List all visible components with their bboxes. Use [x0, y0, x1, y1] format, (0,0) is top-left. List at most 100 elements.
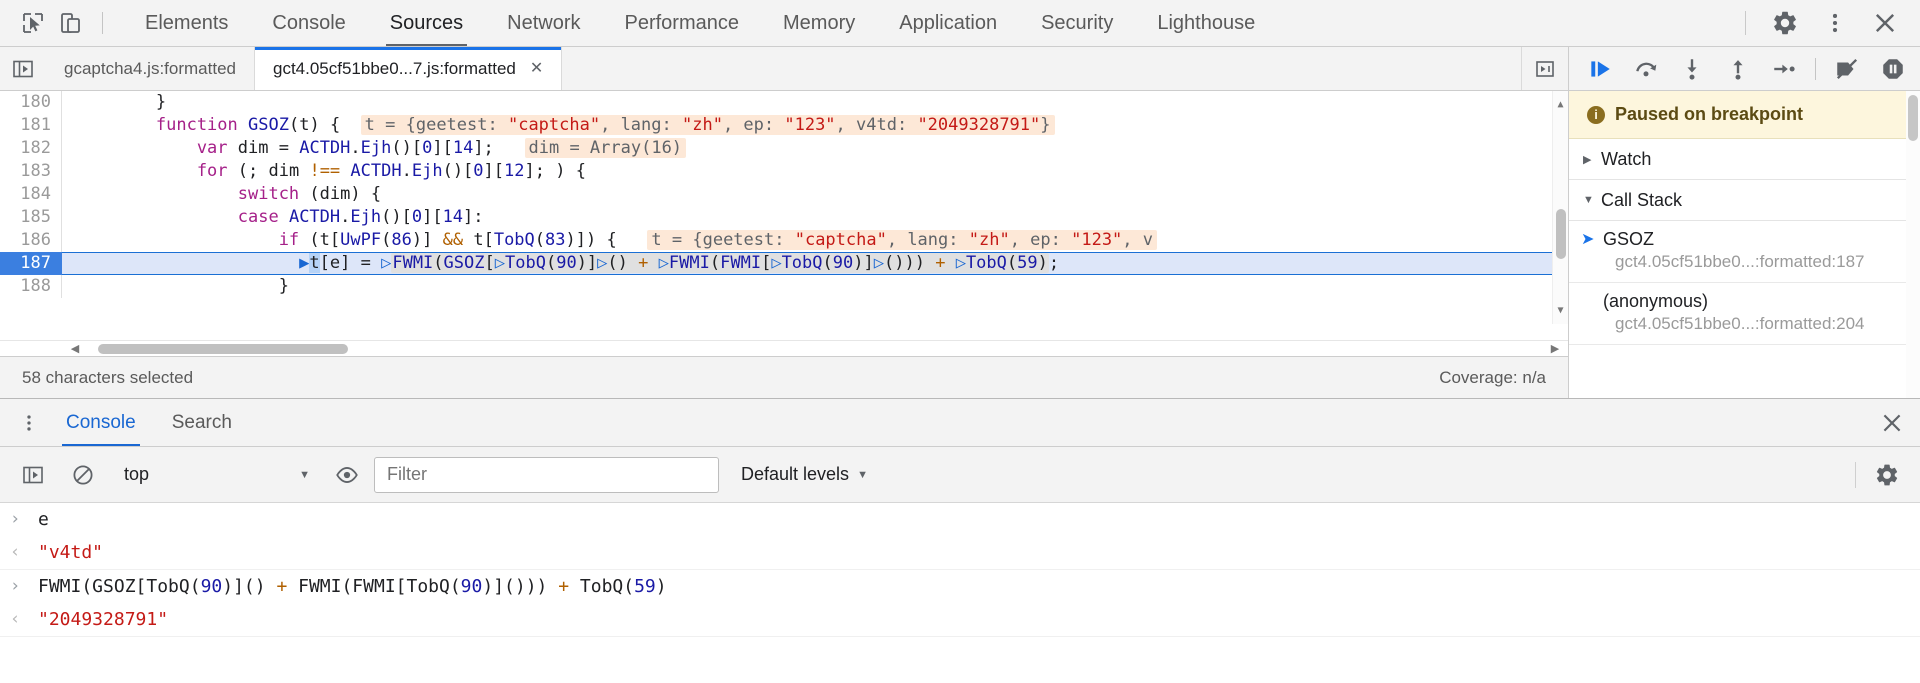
drawer-tab-label: Search	[171, 411, 232, 433]
chevron-down-icon: ▼	[1583, 194, 1594, 206]
gear-icon[interactable]	[1864, 455, 1910, 495]
file-tab-gcaptcha4[interactable]: gcaptcha4.js:formatted	[46, 47, 255, 90]
tab-label: Sources	[389, 11, 464, 34]
close-icon[interactable]	[1860, 3, 1910, 43]
pause-on-exceptions-icon[interactable]	[1870, 51, 1916, 87]
call-stack-frame-anonymous[interactable]: (anonymous) gct4.05cf51bbe0...:formatted…	[1569, 283, 1920, 345]
line-content: function GSOZ(t) { t = {geetest: "captch…	[62, 114, 1055, 137]
line-content: if (t[UwPF(86)] && t[TobQ(83)]) { t = {g…	[62, 229, 1158, 252]
drawer-tab-search[interactable]: Search	[154, 399, 250, 446]
console-sidebar-icon[interactable]	[10, 455, 56, 495]
frame-location: gct4.05cf51bbe0...:formatted:187	[1615, 252, 1865, 271]
scroll-right-icon[interactable]: ▶	[1548, 342, 1562, 355]
scrollbar-thumb[interactable]	[98, 343, 348, 354]
scrollbar-track[interactable]	[68, 343, 1542, 354]
call-stack-list: ➤ GSOZ gct4.05cf51bbe0...:formatted:187 …	[1569, 221, 1920, 345]
code-line: 181 function GSOZ(t) { t = {geetest: "ca…	[0, 114, 1568, 137]
kebab-menu-icon[interactable]	[10, 404, 48, 442]
scroll-up-icon[interactable]: ▲	[1557, 91, 1563, 118]
line-number[interactable]: 187	[0, 252, 62, 275]
debugger-sidebar: i Paused on breakpoint ▶ Watch ▼ Call St…	[1568, 47, 1920, 398]
tab-label: Network	[507, 11, 581, 34]
frame-name: (anonymous)	[1603, 291, 1709, 311]
line-number[interactable]: 182	[0, 137, 62, 160]
paused-banner-text: Paused on breakpoint	[1615, 104, 1804, 124]
line-number[interactable]: 188	[0, 275, 62, 298]
line-number[interactable]: 185	[0, 206, 62, 229]
console-input-row: › e	[0, 503, 1920, 536]
editor-vertical-scrollbar[interactable]: ▲ ▼	[1552, 91, 1568, 324]
file-tab-label: gct4.05cf51bbe0...7.js:formatted	[272, 58, 516, 78]
line-number[interactable]: 184	[0, 183, 62, 206]
inline-value-hint: dim = Array(16)	[524, 138, 687, 158]
tab-elements[interactable]: Elements	[123, 0, 250, 46]
file-tab-strip: gcaptcha4.js:formatted gct4.05cf51bbe0..…	[0, 47, 1568, 91]
tab-console[interactable]: Console	[250, 0, 367, 46]
watch-label: Watch	[1601, 148, 1652, 169]
tab-lighthouse[interactable]: Lighthouse	[1135, 0, 1277, 46]
step-into-icon[interactable]	[1669, 51, 1715, 87]
drawer-tab-console[interactable]: Console	[48, 399, 154, 446]
line-number[interactable]: 180	[0, 91, 62, 114]
line-number[interactable]: 186	[0, 229, 62, 252]
sidebar-vertical-scrollbar[interactable]	[1906, 91, 1920, 398]
step-icon[interactable]	[1761, 51, 1807, 87]
clear-console-icon[interactable]	[60, 455, 106, 495]
watch-section-header[interactable]: ▶ Watch	[1569, 139, 1920, 180]
toolbar-right-controls	[1739, 3, 1910, 43]
console-input-text: e	[38, 509, 49, 530]
tab-memory[interactable]: Memory	[761, 0, 877, 46]
more-tabs-icon[interactable]	[1522, 57, 1568, 81]
editor-horizontal-scrollbar[interactable]: ◀ ▶	[0, 340, 1568, 356]
device-toolbar-icon[interactable]	[52, 6, 90, 40]
tab-label: Elements	[145, 11, 229, 34]
show-navigator-icon[interactable]	[0, 47, 46, 90]
tab-network[interactable]: Network	[485, 0, 602, 46]
console-toolbar-divider	[1855, 461, 1856, 488]
log-levels-selector[interactable]: Default levels ▼	[741, 464, 868, 485]
inspect-cursor-icon[interactable]	[14, 6, 52, 40]
step-out-icon[interactable]	[1715, 51, 1761, 87]
console-toolbar: top ▼ Default levels ▼	[0, 447, 1920, 503]
scroll-down-icon[interactable]: ▼	[1557, 297, 1563, 324]
scrollbar-thumb[interactable]	[1908, 95, 1918, 141]
line-content: case ACTDH.Ejh()[0][14]:	[74, 207, 484, 227]
gear-icon[interactable]	[1760, 3, 1810, 43]
input-marker-icon: ›	[10, 576, 21, 596]
call-stack-label: Call Stack	[1601, 189, 1683, 210]
drawer-tab-strip: Console Search	[0, 399, 1920, 447]
line-content: }	[74, 92, 167, 112]
line-content: switch (dim) {	[74, 184, 382, 204]
editor-column: gcaptcha4.js:formatted gct4.05cf51bbe0..…	[0, 47, 1568, 398]
toolbar-divider	[102, 12, 103, 34]
chevron-down-icon: ▼	[299, 468, 310, 481]
deactivate-breakpoints-icon[interactable]	[1824, 51, 1870, 87]
resume-icon[interactable]	[1577, 51, 1623, 87]
kebab-menu-icon[interactable]	[1810, 3, 1860, 43]
line-number[interactable]: 183	[0, 160, 62, 183]
close-icon[interactable]: ✕	[530, 60, 543, 77]
tab-application[interactable]: Application	[877, 0, 1019, 46]
code-line: 182 var dim = ACTDH.Ejh()[0][14]; dim = …	[0, 137, 1568, 160]
tab-label: Application	[899, 11, 998, 34]
filter-input[interactable]	[374, 456, 719, 493]
close-icon[interactable]	[1864, 401, 1920, 445]
debugger-divider	[1815, 57, 1816, 80]
code-editor[interactable]: 180 } 181 function GSOZ(t) { t = {geetes…	[0, 91, 1568, 340]
call-stack-frame-gsoz[interactable]: ➤ GSOZ gct4.05cf51bbe0...:formatted:187	[1569, 221, 1920, 283]
console-message-list[interactable]: › e ‹ "v4td" › FWMI(GSOZ[TobQ(90)]() + F…	[0, 503, 1920, 683]
code-line: 184 switch (dim) {	[0, 183, 1568, 206]
live-expression-icon[interactable]	[324, 455, 370, 495]
call-stack-section-header[interactable]: ▼ Call Stack	[1569, 180, 1920, 221]
output-marker-icon: ‹	[10, 542, 21, 562]
line-number[interactable]: 181	[0, 114, 62, 137]
scrollbar-thumb[interactable]	[1556, 209, 1566, 259]
step-over-icon[interactable]	[1623, 51, 1669, 87]
file-tab-gct4[interactable]: gct4.05cf51bbe0...7.js:formatted ✕	[254, 47, 563, 90]
execution-context-value: top	[124, 464, 150, 484]
tab-performance[interactable]: Performance	[603, 0, 762, 46]
tab-sources[interactable]: Sources	[368, 0, 485, 46]
debugger-toolbar	[1569, 47, 1920, 91]
tab-security[interactable]: Security	[1019, 0, 1135, 46]
execution-context-selector[interactable]: top ▼	[110, 458, 320, 492]
